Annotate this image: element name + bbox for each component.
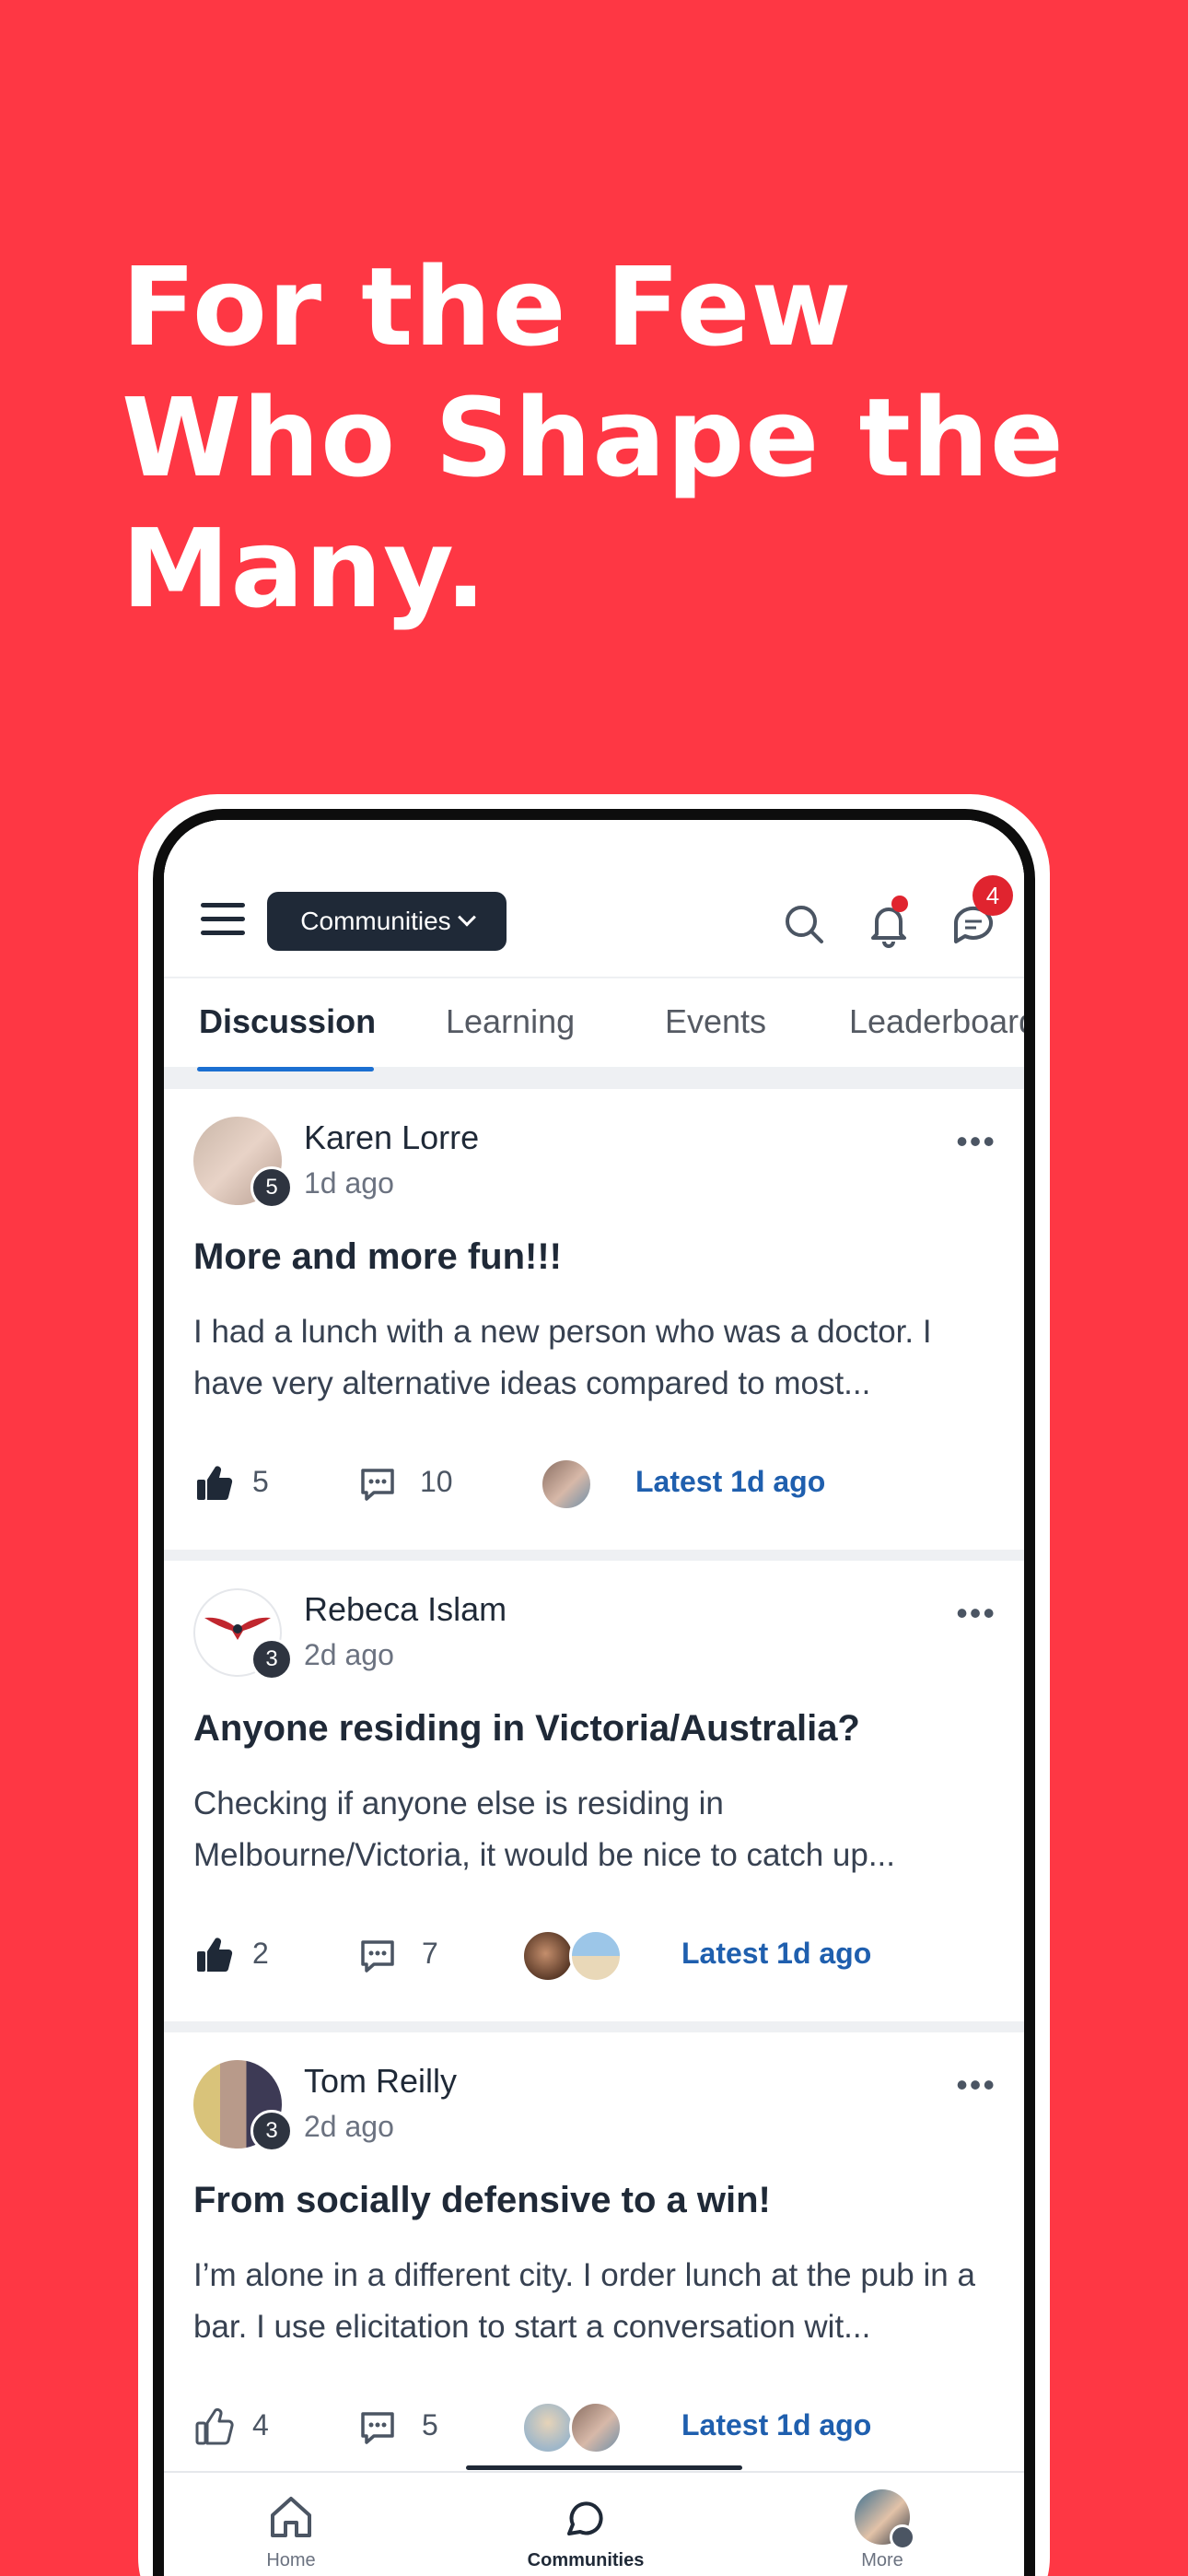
tab-events[interactable]: Events (665, 1002, 766, 1041)
messages-button[interactable]: 4 (949, 875, 1013, 949)
post-card[interactable]: 3 Rebeca Islam 2d ago ••• Anyone residin… (164, 1561, 1024, 2021)
participant-avatar (521, 2401, 575, 2454)
post-time: 1d ago (304, 1166, 394, 1200)
nav-more[interactable]: More (809, 2489, 956, 2571)
notifications-button[interactable] (864, 896, 914, 949)
nav-communities-label: Communities (527, 2550, 645, 2570)
communities-dropdown[interactable]: Communities (267, 892, 507, 951)
headline: For the Few Who Shape the Many. (122, 241, 1135, 634)
phone-frame: Communities 4 Discussion Learning Events… (138, 794, 1050, 2576)
tab-leaderboard[interactable]: Leaderboard (849, 1002, 1024, 1041)
participant-avatar (569, 2401, 623, 2454)
scroll-indicator (466, 2465, 742, 2470)
nav-more-label: More (861, 2550, 903, 2570)
nav-home[interactable]: Home (217, 2489, 365, 2571)
bottom-nav: Home Communities More (164, 2465, 1024, 2576)
communities-icon (567, 2501, 603, 2535)
participant-avatar (540, 1458, 593, 1511)
post-card[interactable]: 5 Karen Lorre 1d ago ••• More and more f… (164, 1089, 1024, 1550)
post-time: 2d ago (304, 1638, 394, 1671)
comment-icon[interactable] (357, 2406, 398, 2447)
comment-count: 7 (422, 1937, 438, 1970)
headline-line-1: For the Few (122, 243, 853, 370)
tab-discussion[interactable]: Discussion (199, 1002, 376, 1041)
post-body: Checking if anyone else is residing in M… (193, 1786, 896, 1873)
top-bar: Communities 4 (164, 820, 1024, 977)
messages-badge: 4 (973, 875, 1013, 916)
latest-activity[interactable]: Latest 1d ago (681, 2408, 871, 2442)
headline-line-3: Many. (122, 505, 487, 632)
post-title[interactable]: More and more fun!!! (193, 1236, 562, 1278)
avatar (855, 2489, 915, 2550)
comment-icon[interactable] (357, 1935, 398, 1975)
tab-bar: Discussion Learning Events Leaderboard (164, 977, 1024, 1071)
level-badge: 3 (250, 2110, 293, 2152)
post-author[interactable]: Rebeca Islam (304, 1590, 507, 1629)
menu-icon[interactable] (201, 903, 245, 936)
nav-home-label: Home (266, 2550, 316, 2570)
more-options-icon[interactable]: ••• (956, 1122, 996, 1161)
comment-count: 5 (422, 2408, 438, 2441)
level-badge: 3 (250, 1638, 293, 1680)
post-actions: 4 5 Latest 1d ago (193, 2401, 1024, 2456)
comment-icon[interactable] (357, 1463, 398, 1504)
post-author[interactable]: Tom Reilly (304, 2062, 457, 2101)
headline-line-2: Who Shape the (122, 374, 1065, 501)
chevron-down-icon (457, 907, 476, 927)
notification-dot (891, 896, 908, 912)
post-author[interactable]: Karen Lorre (304, 1118, 479, 1157)
post-actions: 5 10 Latest 1d ago (193, 1458, 1024, 1513)
like-count: 2 (252, 1937, 269, 1970)
comment-count: 10 (420, 1465, 453, 1498)
post-body: I had a lunch with a new person who was … (193, 1314, 932, 1401)
more-options-icon[interactable]: ••• (956, 1594, 996, 1633)
post-time: 2d ago (304, 2110, 394, 2143)
menu-badge-icon (890, 2524, 915, 2550)
post-title[interactable]: Anyone residing in Victoria/Australia? (193, 1708, 860, 1750)
latest-activity[interactable]: Latest 1d ago (681, 1937, 871, 1971)
latest-activity[interactable]: Latest 1d ago (635, 1465, 825, 1499)
post-title[interactable]: From socially defensive to a win! (193, 2180, 771, 2221)
like-count: 4 (252, 2408, 269, 2441)
nav-communities[interactable]: Communities (512, 2489, 659, 2571)
post-body: I’m alone in a different city. I order l… (193, 2257, 975, 2345)
app-screen: Communities 4 Discussion Learning Events… (164, 820, 1024, 2576)
level-badge: 5 (250, 1166, 293, 1209)
participant-avatar (521, 1929, 575, 1983)
home-icon (271, 2497, 311, 2537)
like-count: 5 (252, 1465, 269, 1498)
post-card[interactable]: 3 Tom Reilly 2d ago ••• From socially de… (164, 2032, 1024, 2493)
more-options-icon[interactable]: ••• (956, 2066, 996, 2104)
tab-learning[interactable]: Learning (446, 1002, 575, 1041)
phone-bezel: Communities 4 Discussion Learning Events… (153, 809, 1035, 2576)
search-icon[interactable] (779, 899, 829, 949)
thumbs-up-icon[interactable] (193, 1935, 234, 1975)
thumbs-up-outline-icon[interactable] (193, 2406, 234, 2447)
communities-label: Communities (300, 907, 451, 935)
thumbs-up-icon[interactable] (193, 1463, 234, 1504)
active-tab-indicator (197, 1067, 374, 1071)
participant-avatar (569, 1929, 623, 1983)
post-actions: 2 7 Latest 1d ago (193, 1929, 1024, 1985)
